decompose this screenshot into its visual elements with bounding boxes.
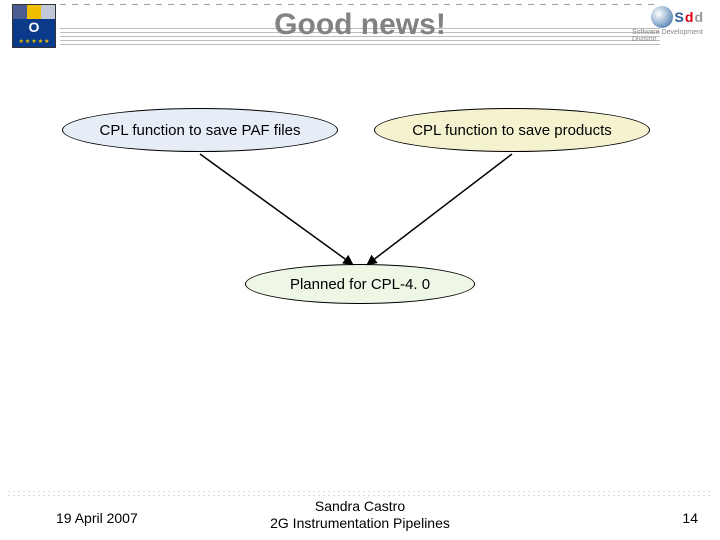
footer-center: Sandra Castro 2G Instrumentation Pipelin… [0,498,720,532]
node-bottom: Planned for CPL-4. 0 [245,264,475,304]
node-right: CPL function to save products [374,108,650,152]
node-bottom-label: Planned for CPL-4. 0 [290,276,430,293]
footer-rule-a [8,491,712,492]
node-left-label: CPL function to save PAF files [100,122,301,139]
footer-rule-b [8,495,712,496]
footer-page-number: 14 [682,510,698,526]
header: O ★★★★★ Sdd Software Development Divisio… [0,0,720,58]
footer-group: 2G Instrumentation Pipelines [0,515,720,532]
footer-author: Sandra Castro [0,498,720,515]
slide-title: Good news! [0,8,720,42]
header-rule [60,4,660,5]
node-right-label: CPL function to save products [412,122,612,139]
arrow-right-icon [368,154,512,264]
arrow-left-icon [200,154,352,264]
node-left: CPL function to save PAF files [62,108,338,152]
slide: O ★★★★★ Sdd Software Development Divisio… [0,0,720,540]
